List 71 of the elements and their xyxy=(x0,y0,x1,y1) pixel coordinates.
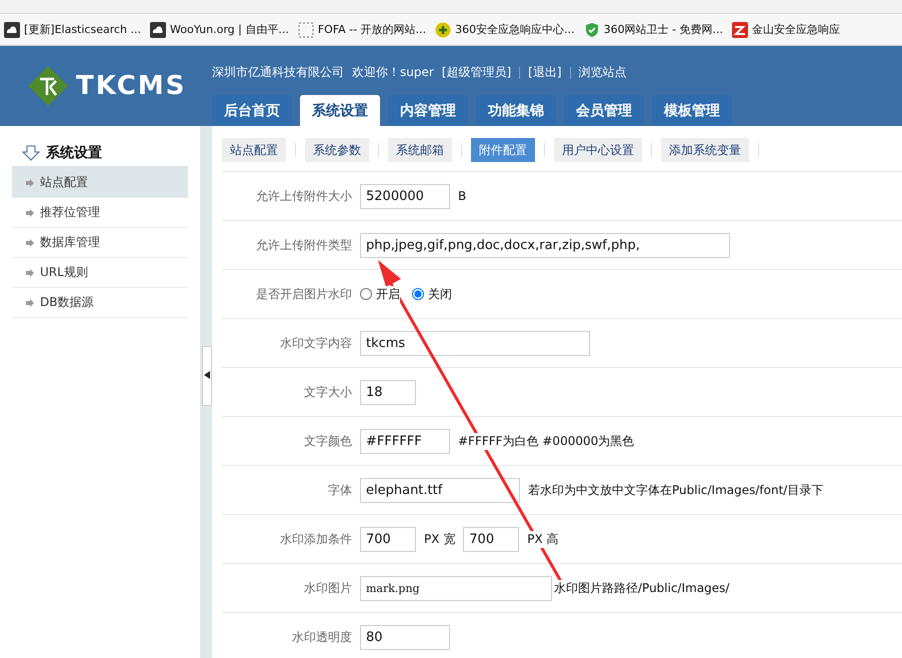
field-hint: 若水印为中文放中文字体在Public/Images/font/目录下 xyxy=(528,482,824,498)
bookmark-link[interactable]: 360网站卫士 - 免费网... xyxy=(584,22,724,38)
radio-button[interactable] xyxy=(412,288,424,300)
input-field[interactable]: tkcms xyxy=(360,330,590,356)
bookmark-link[interactable]: 金山安全应急响应 xyxy=(732,22,840,38)
input-field[interactable]: 700 xyxy=(360,526,416,552)
header-link[interactable]: 浏览站点 xyxy=(578,64,627,81)
input-field[interactable]: mark.png xyxy=(360,576,552,600)
nav-tab[interactable]: 模板管理 xyxy=(652,95,732,126)
header-link[interactable]: [超级管理员] xyxy=(442,64,512,81)
input-field[interactable]: elephant.ttf xyxy=(360,478,520,502)
logo-icon xyxy=(28,66,68,106)
sub-tab[interactable]: 用户中心设置 xyxy=(554,138,642,162)
logo-icon xyxy=(732,22,748,38)
collapse-handle[interactable] xyxy=(202,346,212,406)
sub-tab[interactable]: 系统参数 xyxy=(305,138,369,162)
arrow-bullet-icon xyxy=(26,208,34,216)
left-triangle-icon xyxy=(204,371,210,379)
field-label: 水印图片 xyxy=(303,580,353,596)
bookmark-link[interactable]: 360安全应急响应中心... xyxy=(435,22,575,38)
input-field[interactable]: 18 xyxy=(360,380,416,404)
arrow-bullet-icon xyxy=(26,178,34,186)
unit-label: PX 宽 xyxy=(424,530,456,548)
field-label: 允许上传附件类型 xyxy=(255,236,353,254)
bookmark-link[interactable]: WooYun.org | 自由平... xyxy=(150,22,289,38)
arrow-bullet-icon xyxy=(26,268,34,276)
nav-tab[interactable]: 会员管理 xyxy=(564,95,644,126)
field-label: 水印添加条件 xyxy=(279,530,353,548)
nav-tab[interactable]: 后台首页 xyxy=(212,95,292,126)
field-label: 水印文字内容 xyxy=(279,334,353,352)
sub-tab[interactable]: 站点配置 xyxy=(222,138,286,162)
down-arrow-icon xyxy=(22,145,40,161)
radio-option[interactable]: 关闭 xyxy=(412,286,452,302)
sub-tab[interactable]: 附件配置 xyxy=(471,138,535,162)
field-label: 文字颜色 xyxy=(303,432,353,450)
plus-circle-icon xyxy=(435,22,452,38)
blank-page-icon xyxy=(298,22,314,38)
unit-label: PX 高 xyxy=(527,530,559,548)
cloud-icon xyxy=(4,22,20,38)
bookmark-link[interactable]: [更新]Elasticsearch ... xyxy=(4,22,142,38)
field-label: 水印透明度 xyxy=(291,628,353,646)
radio-option[interactable]: 开启 xyxy=(360,286,400,302)
sub-tab[interactable]: 系统邮箱 xyxy=(388,138,452,162)
input-field[interactable]: 700 xyxy=(463,526,520,552)
input-field[interactable]: 80 xyxy=(360,624,450,650)
logo-text: TKCMS xyxy=(76,71,186,101)
input-field[interactable]: #FFFFFF xyxy=(360,428,450,454)
welcome-text: 欢迎你！super xyxy=(352,64,434,81)
cloud-icon xyxy=(150,22,166,38)
field-hint: 水印图片路路径/Public/Images/ xyxy=(554,580,730,596)
arrow-bullet-icon xyxy=(26,298,34,306)
sidebar-title: 系统设置 xyxy=(46,144,102,162)
field-label: 允许上传附件大小 xyxy=(255,188,353,204)
field-label: 字体 xyxy=(327,482,353,498)
input-field[interactable]: 5200000 xyxy=(360,184,450,208)
company-name: 深圳市亿通科技有限公司 xyxy=(212,64,344,81)
radio-button[interactable] xyxy=(360,288,372,300)
input-field[interactable]: php,jpeg,gif,png,doc,docx,rar,zip,swf,php, xyxy=(360,232,730,258)
bookmark-link[interactable]: FOFA -- 开放的网站... xyxy=(298,22,426,38)
shield-icon xyxy=(584,22,600,38)
field-hint: B xyxy=(458,189,466,203)
arrow-bullet-icon xyxy=(26,238,34,246)
nav-tab[interactable]: 系统设置 xyxy=(300,95,380,126)
field-label: 是否开启图片水印 xyxy=(255,286,353,302)
header-link[interactable]: [退出] xyxy=(528,64,562,81)
nav-tab[interactable]: 内容管理 xyxy=(388,95,468,126)
field-hint: #FFFFF为白色 #000000为黑色 xyxy=(458,432,634,450)
nav-tab[interactable]: 功能集锦 xyxy=(476,95,556,126)
field-label: 文字大小 xyxy=(303,384,353,400)
sidebar-item[interactable]: 站点配置 xyxy=(12,168,188,198)
sub-tab[interactable]: 添加系统变量 xyxy=(661,138,749,162)
